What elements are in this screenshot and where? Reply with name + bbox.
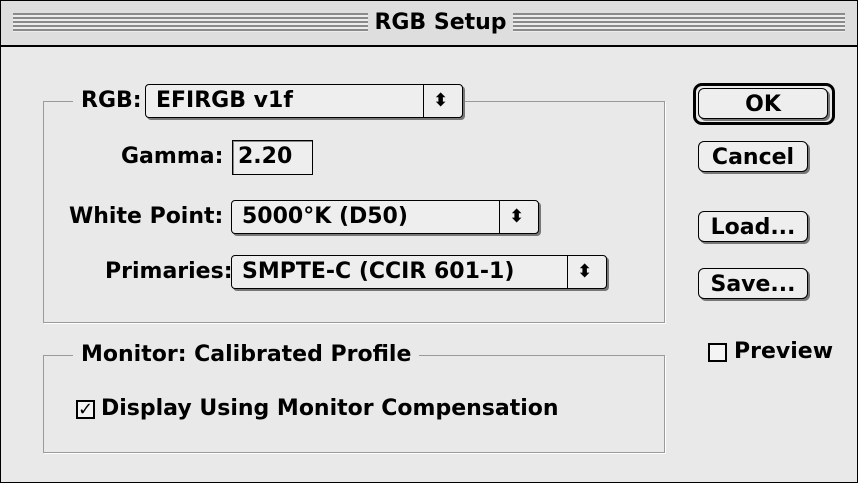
ok-button[interactable]: OK <box>698 88 828 119</box>
preview-label[interactable]: Preview <box>734 339 833 365</box>
rgb-group-label: RGB: <box>73 88 150 114</box>
rgb-setup-dialog: RGB Setup RGB: EFIRGB v1f ⬍ Gamma: 2.20 … <box>0 0 858 483</box>
gamma-input[interactable]: 2.20 <box>232 140 313 175</box>
title-bar-stripes-left <box>13 13 368 32</box>
up-down-arrows-icon: ⬍ <box>509 206 525 227</box>
window-title: RGB Setup <box>374 10 507 35</box>
up-down-arrows-icon: ⬍ <box>577 261 593 282</box>
check-mark-icon: ✓ <box>78 399 94 420</box>
gamma-value: 2.20 <box>238 144 293 169</box>
primaries-value: SMPTE-C (CCIR 601-1) <box>242 259 515 284</box>
primaries-popup[interactable]: SMPTE-C (CCIR 601-1) ⬍ <box>231 255 607 289</box>
preview-checkbox[interactable] <box>708 343 727 362</box>
title-bar[interactable]: RGB Setup <box>1 1 857 47</box>
up-down-arrows-icon: ⬍ <box>433 90 449 111</box>
white-point-value: 5000°K (D50) <box>242 204 408 229</box>
monitor-compensation-checkbox[interactable]: ✓ <box>76 400 95 419</box>
gamma-label: Gamma: <box>121 144 224 169</box>
title-bar-stripes-right <box>513 13 845 32</box>
rgb-profile-value: EFIRGB v1f <box>156 88 293 113</box>
rgb-profile-popup[interactable]: EFIRGB v1f ⬍ <box>145 84 463 118</box>
monitor-group-label: Monitor: Calibrated Profile <box>73 342 420 368</box>
save-button[interactable]: Save... <box>698 268 808 299</box>
load-button[interactable]: Load... <box>698 211 808 242</box>
cancel-button[interactable]: Cancel <box>698 141 808 172</box>
monitor-compensation-label[interactable]: Display Using Monitor Compensation <box>101 396 559 422</box>
primaries-label: Primaries: <box>105 259 233 284</box>
white-point-popup[interactable]: 5000°K (D50) ⬍ <box>231 200 539 234</box>
white-point-label: White Point: <box>69 204 224 229</box>
